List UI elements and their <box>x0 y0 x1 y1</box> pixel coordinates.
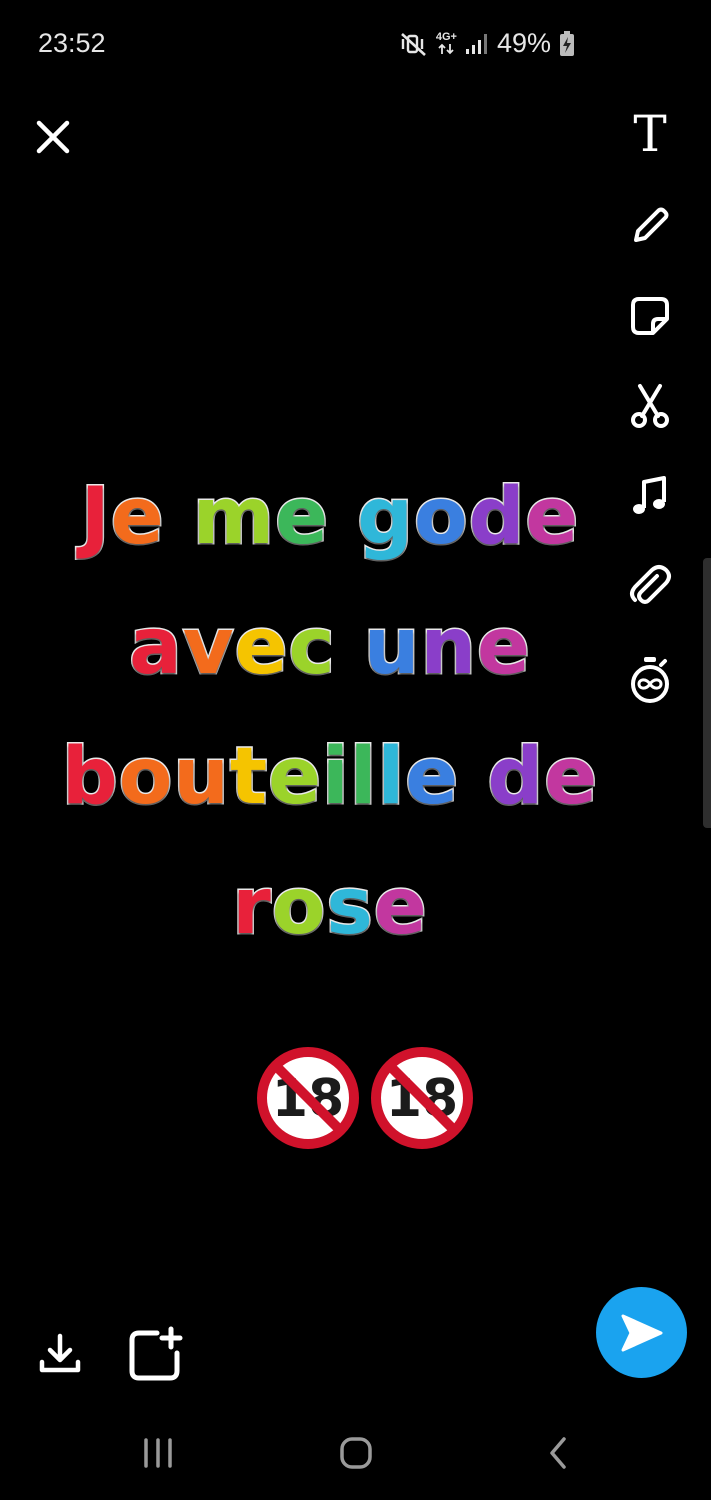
emoji-row: 18 18 <box>256 1046 474 1150</box>
text-icon: T <box>633 105 667 163</box>
mute-vibrate-icon <box>400 31 428 57</box>
send-arrow-icon <box>621 1314 662 1351</box>
sticker-icon <box>631 297 669 335</box>
back-icon <box>550 1437 566 1469</box>
network-arrows-icon: 4G+ <box>436 32 457 55</box>
no-one-under-eighteen-icon: 18 <box>370 1046 474 1150</box>
send-button[interactable] <box>596 1287 687 1378</box>
back-button[interactable] <box>526 1420 590 1486</box>
scissors-tool-button[interactable] <box>620 374 680 438</box>
caption-text[interactable]: Je me gode avec une bouteille de rose <box>30 452 630 972</box>
status-icons: 4G+ 49% <box>400 28 575 59</box>
home-button[interactable] <box>324 1420 388 1486</box>
caption-line-3: bouteille de <box>60 731 599 824</box>
paperclip-icon <box>630 565 671 604</box>
music-note-icon <box>633 476 666 514</box>
pencil-icon <box>634 207 669 242</box>
signal-icon <box>465 33 489 55</box>
caption-line-1: Je me gode <box>79 471 580 564</box>
download-icon <box>39 1333 81 1373</box>
timer-infinity-icon <box>631 657 669 703</box>
add-to-story-button[interactable] <box>124 1324 186 1386</box>
battery-charging-icon <box>559 30 575 57</box>
download-button[interactable] <box>32 1326 88 1382</box>
no-one-under-eighteen-icon: 18 <box>256 1046 360 1150</box>
status-time: 23:52 <box>38 28 106 58</box>
sticker-tool-button[interactable] <box>620 284 680 348</box>
close-icon <box>36 120 70 154</box>
recents-button[interactable] <box>126 1420 190 1486</box>
recents-icon <box>144 1438 172 1468</box>
scissors-icon <box>631 384 669 428</box>
caption-line-2: avec une <box>128 601 532 694</box>
caption-line-4: rose <box>231 861 428 954</box>
close-button[interactable] <box>28 112 78 162</box>
home-icon <box>340 1437 372 1469</box>
edge-panel-handle[interactable] <box>703 558 711 828</box>
text-tool-button[interactable]: T <box>620 102 680 166</box>
battery-percent: 49% <box>496 28 551 58</box>
network-type: 4G+ <box>435 31 457 43</box>
add-to-story-icon <box>129 1326 183 1381</box>
draw-tool-button[interactable] <box>620 194 680 258</box>
